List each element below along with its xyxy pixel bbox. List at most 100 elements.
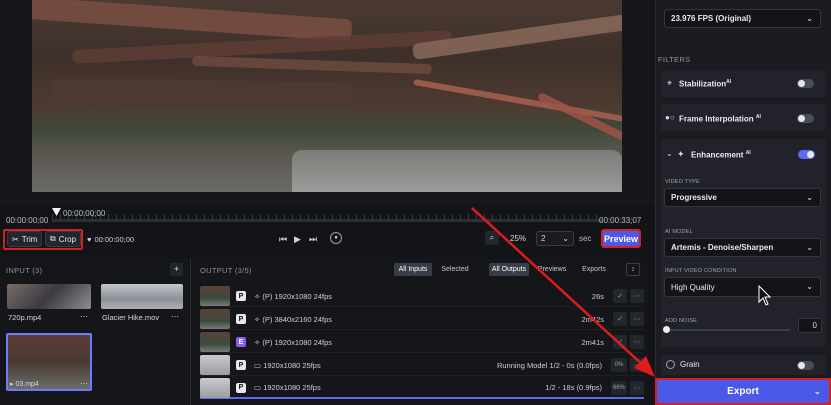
output-status: 26s <box>591 291 604 301</box>
playhead-time: 00:00:00;00 <box>63 209 106 218</box>
ai-model-label: AI MODEL <box>665 229 693 235</box>
output-status: 2m41s <box>581 337 604 347</box>
step-unit: sec <box>579 234 592 243</box>
ai-model-select[interactable]: Artemis - Denoise/Sharpen ⌄ <box>664 238 821 257</box>
chevron-down-icon[interactable]: ⌄ <box>666 149 673 158</box>
playhead-handle[interactable] <box>52 208 61 217</box>
output-row[interactable]: P ✧ (P) 3840x2160 24fps 2m42s ✓ ⋯ <box>200 309 644 330</box>
timeline-track[interactable] <box>52 219 602 222</box>
output-type-badge: P <box>236 291 246 301</box>
zoom-icon[interactable]: ⌕ <box>485 231 499 245</box>
input-file-name: Glacier Hike.mov <box>102 313 160 322</box>
enhancement-toggle[interactable] <box>798 150 815 159</box>
output-thumbnail <box>200 309 230 329</box>
more-options-icon[interactable]: ⋯ <box>630 335 644 349</box>
input-panel-header: INPUT (3) <box>6 266 43 275</box>
more-options-icon[interactable]: ⋯ <box>80 379 88 388</box>
frame-interpolation-label: Frame Interpolation AI <box>679 114 761 124</box>
output-spec-text: 1920x1080 25fps <box>263 360 321 370</box>
frame-interpolation-toggle[interactable] <box>797 114 814 123</box>
filter-exports[interactable]: Exports <box>576 263 612 276</box>
check-icon[interactable]: ✓ <box>613 312 627 326</box>
output-thumbnail <box>200 332 230 352</box>
input-condition-select[interactable]: High Quality ⌄ <box>664 277 821 297</box>
output-thumbnail <box>200 355 230 375</box>
video-type-select[interactable]: Progressive ⌄ <box>664 188 821 207</box>
output-spec: ▭ 1920x1080 25fps <box>254 361 404 370</box>
output-flag: (P) <box>262 337 273 347</box>
scissors-icon: ✂ <box>12 234 19 244</box>
previous-frame-icon[interactable]: ⏮ <box>279 234 287 245</box>
input-file-name: 720p.mp4 <box>8 313 42 322</box>
more-options-icon[interactable]: ⋯ <box>630 289 644 303</box>
marker-time-label: 00:00:00;00 <box>94 235 135 244</box>
output-spec: ▭ 1920x1080 25fps <box>254 383 404 392</box>
heart-marker-icon: ♥ <box>87 235 92 244</box>
ai-superscript: AI <box>745 150 751 156</box>
ai-superscript: AI <box>726 79 732 85</box>
filter-all-inputs[interactable]: All Inputs <box>394 263 432 276</box>
check-icon[interactable]: ✓ <box>613 335 627 349</box>
stabilization-toggle[interactable] <box>797 79 814 88</box>
stabilization-text: Stabilization <box>679 79 727 89</box>
output-panel-header: OUTPUT (3/5) <box>200 266 252 275</box>
crop-label: Crop <box>58 234 77 244</box>
trim-label: Trim <box>21 234 38 244</box>
play-icon[interactable]: ▶ <box>294 234 301 245</box>
output-spec: ✧ (P) 1920x1080 24fps <box>254 338 404 347</box>
filter-all-outputs[interactable]: All Outputs <box>489 263 529 276</box>
input-file-thumbnail[interactable] <box>101 284 183 309</box>
more-options-icon[interactable]: ⋯ <box>630 358 644 372</box>
chevron-down-icon: ⌄ <box>806 14 813 23</box>
export-button[interactable]: Export ⌄ <box>655 378 831 405</box>
output-row[interactable]: E ✧ (P) 1920x1080 24fps 2m41s ✓ ⋯ <box>200 332 644 353</box>
enhancement-text: Enhancement <box>691 150 744 160</box>
add-noise-slider[interactable] <box>665 329 790 331</box>
filter-selected[interactable]: Selected <box>436 263 474 276</box>
filters-header: FILTERS <box>658 55 691 64</box>
more-options-icon[interactable]: ⋯ <box>171 312 179 321</box>
filter-previews[interactable]: Previews <box>533 263 571 276</box>
output-spec-text: 1920x1080 24fps <box>274 337 333 347</box>
input-file-thumbnail[interactable] <box>7 284 91 309</box>
chevron-down-icon: ⌄ <box>806 243 813 252</box>
output-status: Running Model 1/2 - 0s (0.0fps) <box>496 360 602 370</box>
next-frame-icon[interactable]: ⏭ <box>309 234 317 245</box>
output-flag: (P) <box>262 314 273 324</box>
fps-select[interactable]: 23.976 FPS (Original) ⌄ <box>664 9 821 28</box>
output-type-badge: P <box>236 360 246 370</box>
more-options-icon[interactable]: ⋯ <box>630 380 644 395</box>
check-icon[interactable]: ✓ <box>613 289 627 303</box>
preview-button[interactable]: Preview <box>601 229 641 248</box>
output-row[interactable]: P ✧ (P) 1920x1080 24fps 26s ✓ ⋯ <box>200 286 644 307</box>
output-thumbnail <box>200 286 230 306</box>
output-row[interactable]: P ▭ 1920x1080 25fps 1/2 - 18s (0.9fps) 6… <box>200 377 644 399</box>
chevron-down-icon[interactable]: ⌄ <box>813 386 821 397</box>
output-spec-text: 1920x1080 25fps <box>263 383 321 392</box>
crop-button[interactable]: ⧉ Crop <box>45 231 82 247</box>
ai-superscript: AI <box>755 114 761 120</box>
ai-model-value: Artemis - Denoise/Sharpen <box>671 243 774 252</box>
add-noise-slider-handle[interactable] <box>663 326 670 333</box>
chevron-down-icon: ⌄ <box>806 193 813 202</box>
chevron-down-icon: ⌄ <box>806 282 813 291</box>
output-status: 2m42s <box>581 314 604 324</box>
trim-button[interactable]: ✂ Trim <box>7 231 43 247</box>
grain-toggle[interactable] <box>797 361 814 370</box>
more-options-icon[interactable]: ⋯ <box>630 312 644 326</box>
add-noise-input[interactable]: 0 <box>798 318 822 333</box>
loop-icon[interactable]: ● <box>330 232 342 244</box>
output-spec-text: 1920x1080 24fps <box>274 291 333 301</box>
grain-label: Grain <box>680 360 700 369</box>
marker-time[interactable]: ♥ 00:00:00;00 <box>87 235 134 244</box>
add-input-button[interactable]: + <box>170 263 183 276</box>
chevron-down-icon: ⌄ <box>562 234 569 243</box>
sort-icon[interactable]: ↕ <box>626 263 640 276</box>
output-spec: ✧ (P) 3840x2160 24fps <box>254 315 404 324</box>
input-file-name: ▸ 03.mp4 <box>10 381 39 388</box>
step-select[interactable]: 2 ⌄ <box>536 231 574 246</box>
output-row[interactable]: P ▭ 1920x1080 25fps Running Model 1/2 - … <box>200 355 644 376</box>
enhancement-label: Enhancement AI <box>691 150 751 160</box>
input-condition-label: INPUT VIDEO CONDITION <box>665 268 737 274</box>
more-options-icon[interactable]: ⋯ <box>80 312 88 321</box>
